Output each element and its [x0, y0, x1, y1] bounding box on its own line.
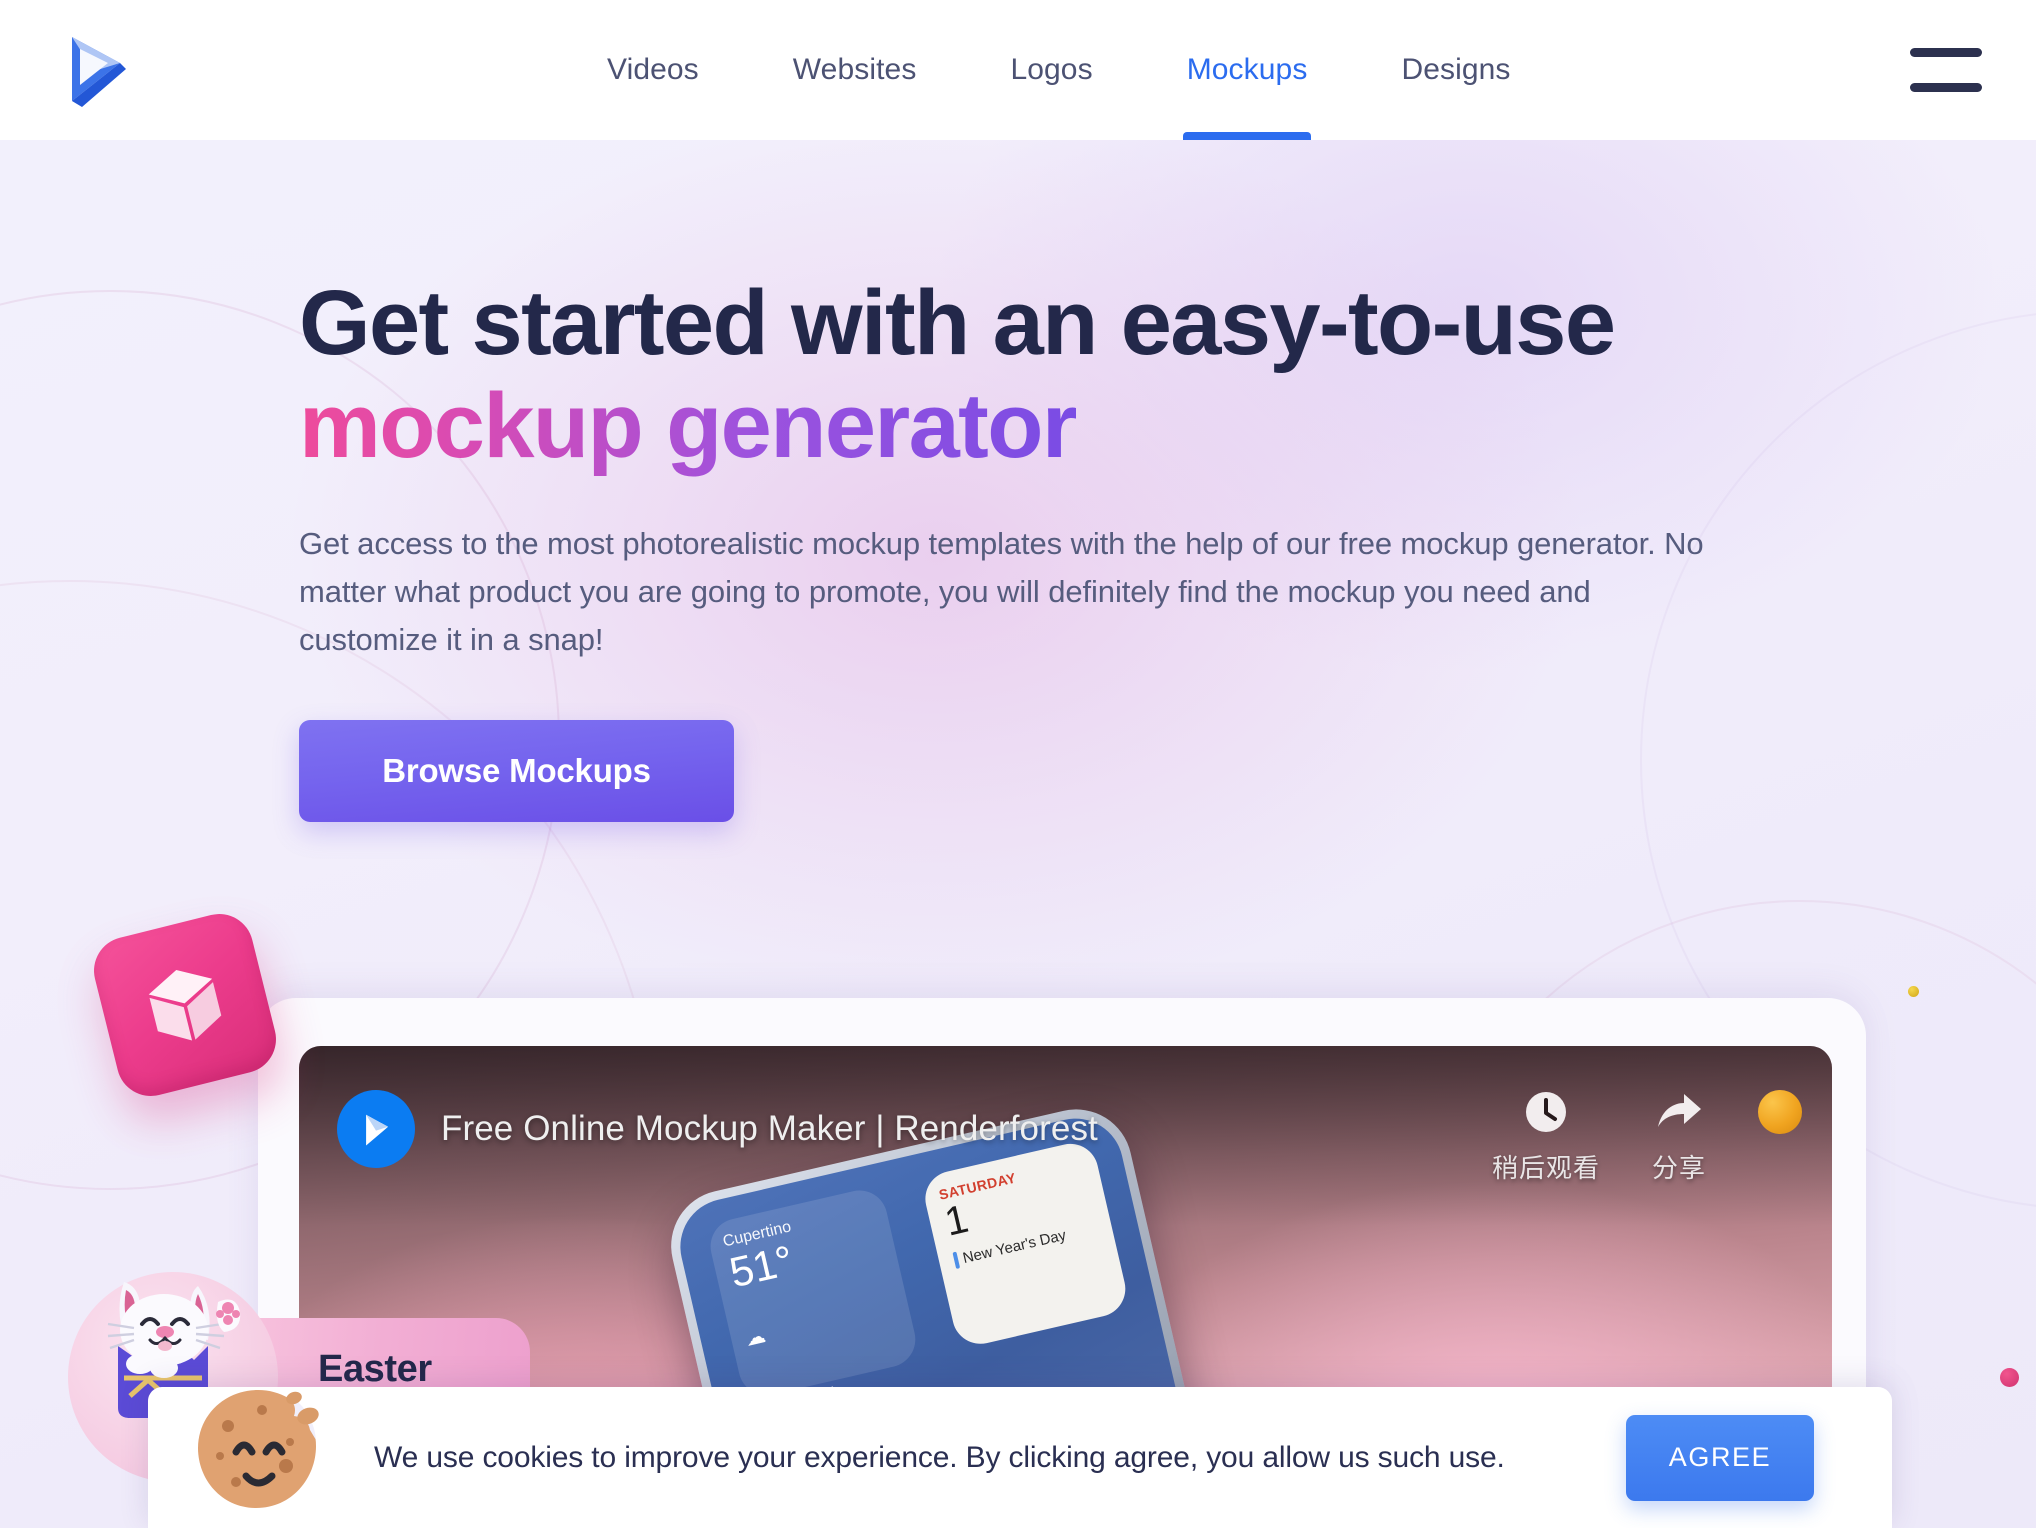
play-triangle-logo-icon [58, 29, 138, 114]
main-navigation: Videos Websites Logos Mockups Designs [560, 0, 1558, 140]
box-glyph-icon [148, 969, 222, 1041]
page-title: Get started with an easy-to-use mockup g… [299, 272, 1689, 478]
hamburger-bar [1910, 48, 1982, 57]
logo[interactable] [57, 30, 139, 112]
headline-plain: Get started with an easy-to-use [299, 272, 1616, 374]
nav-item-mockups[interactable]: Mockups [1140, 0, 1355, 140]
cookie-message: We use cookies to improve your experienc… [374, 1440, 1505, 1474]
browse-mockups-button[interactable]: Browse Mockups [299, 720, 734, 823]
hamburger-bar [1910, 83, 1982, 92]
video-title: Free Online Mockup Maker | Renderforest [441, 1109, 1098, 1148]
nav-item-logos[interactable]: Logos [963, 0, 1139, 140]
share-arrow-icon [1654, 1086, 1704, 1138]
calendar-widget: SATURDAY 1 New Year's Day [919, 1138, 1131, 1350]
hamburger-menu-icon[interactable] [1910, 48, 1982, 92]
share-label: 分享 [1651, 1154, 1706, 1184]
video-title-row: Free Online Mockup Maker | Renderforest [299, 1046, 1098, 1168]
watch-later-action[interactable]: 稍后观看 [1492, 1086, 1600, 1185]
easter-label: Easter [318, 1347, 432, 1390]
share-action[interactable]: 分享 [1652, 1086, 1706, 1185]
agree-button[interactable]: AGREE [1626, 1414, 1814, 1501]
weather-widget: Cupertino 51° ☁ Mostly Cloudy H:60° L:47… [705, 1184, 921, 1434]
user-avatar[interactable] [1758, 1090, 1802, 1134]
page-root: Videos Websites Logos Mockups Designs Ge… [0, 0, 2036, 1528]
clock-icon [1523, 1086, 1569, 1138]
pink-dot-decoration [2000, 1368, 2019, 1387]
cloud-icon: ☁ [743, 1324, 768, 1351]
yellow-dot-decoration [1908, 986, 1919, 997]
watch-later-label: 稍后观看 [1491, 1154, 1600, 1184]
cookie-banner: We use cookies to improve your experienc… [148, 1387, 1892, 1528]
youtube-play-icon[interactable] [337, 1090, 415, 1168]
site-header: Videos Websites Logos Mockups Designs [0, 0, 2036, 140]
nav-item-designs[interactable]: Designs [1354, 0, 1557, 140]
hero-subtext: Get access to the most photorealistic mo… [299, 526, 1704, 657]
headline-highlight: mockup generator [299, 375, 1078, 478]
nav-item-websites[interactable]: Websites [746, 0, 964, 140]
cookie-character-icon [190, 1382, 326, 1518]
nav-item-videos[interactable]: Videos [560, 0, 746, 140]
event-color-bar [952, 1251, 961, 1270]
video-actions: 稍后观看 分享 [1492, 1086, 1802, 1185]
hero-section: Get started with an easy-to-use mockup g… [299, 272, 1719, 823]
